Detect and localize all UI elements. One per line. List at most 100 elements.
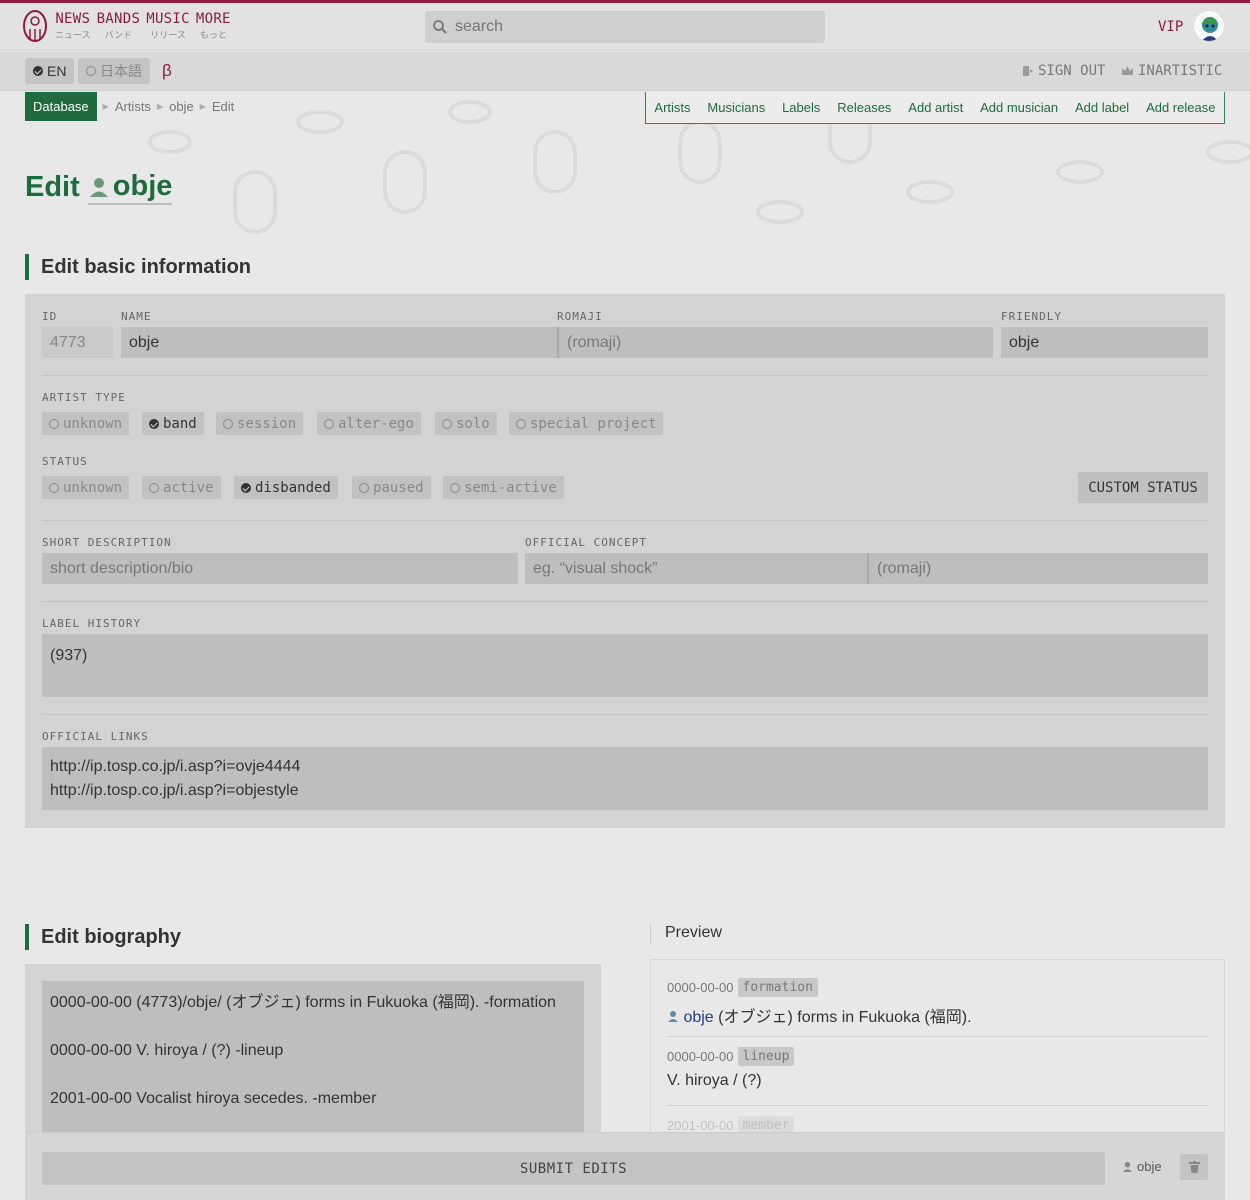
status-label: STATUS — [42, 455, 88, 468]
search-input[interactable] — [455, 18, 795, 36]
option-label: active — [163, 479, 214, 496]
option-label: session — [237, 415, 297, 432]
lang-en-label: EN — [47, 63, 67, 79]
divider — [42, 714, 1208, 715]
menu-artists[interactable]: Artists — [654, 100, 690, 115]
official-link-line: http://ip.tosp.co.jp/i.asp?i=ovje4444 — [50, 758, 301, 775]
option-label: disbanded — [255, 479, 331, 496]
artist-type-label: ARTIST TYPE — [42, 391, 126, 404]
menu-add-label[interactable]: Add label — [1075, 100, 1129, 115]
official-concept-input[interactable]: eg. “visual shock” — [525, 553, 867, 584]
status-unknown[interactable]: unknown — [42, 476, 130, 499]
nav-item-music[interactable]: MUSIC リリース — [146, 11, 190, 41]
radio-icon — [86, 66, 96, 76]
artist-type-alter-ego[interactable]: alter-ego — [317, 412, 421, 435]
artist-type-solo[interactable]: solo — [435, 412, 497, 435]
status-active[interactable]: active — [142, 476, 221, 499]
menu-add-release[interactable]: Add release — [1146, 100, 1215, 115]
sign-out-link[interactable]: SIGN OUT — [1022, 63, 1105, 79]
friendly-label: FRIENDLY — [1001, 310, 1062, 323]
breadcrumb-artist[interactable]: obje — [169, 99, 194, 114]
menu-add-musician[interactable]: Add musician — [980, 100, 1058, 115]
breadcrumb-database[interactable]: Database — [25, 92, 97, 121]
user-avatar[interactable] — [1193, 10, 1225, 42]
official-links-textarea[interactable]: http://ip.tosp.co.jp/i.asp?i=ovje4444 ht… — [42, 747, 1208, 810]
id-label: ID — [42, 310, 58, 323]
inartistic-label: INARTISTIC — [1138, 63, 1223, 79]
label-history-label: LABEL HISTORY — [42, 617, 142, 630]
vip-badge[interactable]: VIP — [1158, 19, 1183, 35]
section-heading-basic: Edit basic information — [25, 254, 251, 280]
preview-date: 2001-00-00 — [667, 1118, 734, 1133]
menu-musicians[interactable]: Musicians — [707, 100, 765, 115]
sign-out-label: SIGN OUT — [1038, 63, 1106, 79]
breadcrumb-edit[interactable]: Edit — [212, 99, 234, 114]
menu-add-artist[interactable]: Add artist — [908, 100, 963, 115]
divider — [667, 1105, 1209, 1106]
biography-textarea[interactable]: 0000-00-00 (4773)/obje/ (オブジェ) forms in … — [42, 981, 584, 1141]
menu-releases[interactable]: Releases — [837, 100, 891, 115]
lang-ja-label: 日本語 — [100, 63, 142, 79]
nav-sublabel: ニュース — [55, 30, 91, 40]
checked-icon — [33, 66, 43, 76]
nav-label: MORE — [195, 11, 231, 27]
official-links-label: OFFICIAL LINKS — [42, 730, 149, 743]
divider — [42, 520, 1208, 521]
caret-right-icon: ▶ — [156, 102, 164, 111]
status-disbanded[interactable]: disbanded — [234, 476, 338, 499]
name-input[interactable]: obje — [121, 327, 557, 358]
language-account-bar: EN 日本語 β SIGN OUT INARTISTIC — [0, 52, 1250, 91]
nav-label: MUSIC — [146, 11, 190, 27]
caret-right-icon: ▶ — [199, 102, 206, 111]
footer-artist-link[interactable]: obje — [1122, 1159, 1162, 1174]
label-history-textarea[interactable]: (937) — [42, 634, 1208, 697]
page-title: Edit obje — [25, 170, 173, 205]
short-description-input[interactable]: short description/bio — [42, 553, 518, 584]
custom-status-button[interactable]: CUSTOM STATUS — [1078, 472, 1208, 503]
door-icon — [1023, 66, 1033, 76]
biography-line: 0000-00-00 (4773)/obje/ (オブジェ) forms in … — [50, 994, 556, 1011]
nav-item-bands[interactable]: BANDS バンド — [97, 11, 141, 41]
artist-type-unknown[interactable]: unknown — [42, 412, 130, 435]
search-icon — [433, 20, 447, 34]
divider — [667, 1036, 1209, 1037]
nav-item-more[interactable]: MORE もっと — [196, 11, 231, 41]
official-concept-label: OFFICIAL CONCEPT — [525, 536, 647, 549]
preview-item: 0000-00-00 formation obje (オブジェ) forms in… — [667, 978, 1209, 1027]
biography-line: 0000-00-00 V. hiroya / (?) -lineup — [50, 1042, 284, 1059]
preview-artist-name: obje — [683, 1009, 714, 1026]
artist-type-session[interactable]: session — [216, 412, 304, 435]
status-semi-active[interactable]: semi-active — [443, 476, 564, 499]
radio-icon — [49, 418, 59, 429]
trash-icon — [1188, 1161, 1200, 1173]
artist-icon — [668, 1011, 678, 1022]
official-concept-romaji-input[interactable]: (romaji) — [867, 553, 1208, 584]
friendly-input[interactable]: obje — [1001, 327, 1208, 358]
status-paused[interactable]: paused — [352, 476, 431, 499]
preview-date: 0000-00-00 — [667, 980, 734, 995]
preview-text: V. hiroya / (?) — [667, 1072, 762, 1089]
top-navigation-bar: NEWS ニュース BANDS バンド MUSIC リリース MORE もっと … — [0, 3, 1250, 51]
artist-type-band[interactable]: band — [142, 412, 204, 435]
delete-button[interactable] — [1180, 1154, 1208, 1180]
lang-en-toggle[interactable]: EN — [25, 58, 75, 84]
romaji-input[interactable]: (romaji) — [557, 327, 993, 358]
title-artist-link[interactable]: obje — [87, 170, 173, 205]
preview-artist-link[interactable]: obje — [667, 1009, 714, 1026]
database-menu: Artists Musicians Labels Releases Add ar… — [645, 92, 1225, 124]
menu-labels[interactable]: Labels — [782, 100, 820, 115]
caret-right-icon: ▶ — [102, 102, 109, 111]
biography-line: 2001-00-00 Vocalist hiroya secedes. -mem… — [50, 1090, 377, 1107]
submit-edits-button[interactable]: SUBMIT EDITS — [42, 1152, 1105, 1185]
breadcrumb-artists[interactable]: Artists — [115, 99, 151, 114]
option-label: paused — [373, 479, 424, 496]
radio-icon — [442, 418, 452, 429]
artist-type-special-project[interactable]: special project — [509, 412, 664, 435]
inartistic-link[interactable]: INARTISTIC — [1121, 63, 1222, 79]
radio-icon — [359, 482, 369, 493]
nav-item-news[interactable]: NEWS ニュース — [55, 11, 91, 41]
lang-ja-toggle[interactable]: 日本語 — [78, 58, 150, 84]
divider — [42, 375, 1208, 376]
site-logo-icon[interactable] — [22, 9, 48, 43]
title-artist-name: obje — [112, 170, 173, 202]
